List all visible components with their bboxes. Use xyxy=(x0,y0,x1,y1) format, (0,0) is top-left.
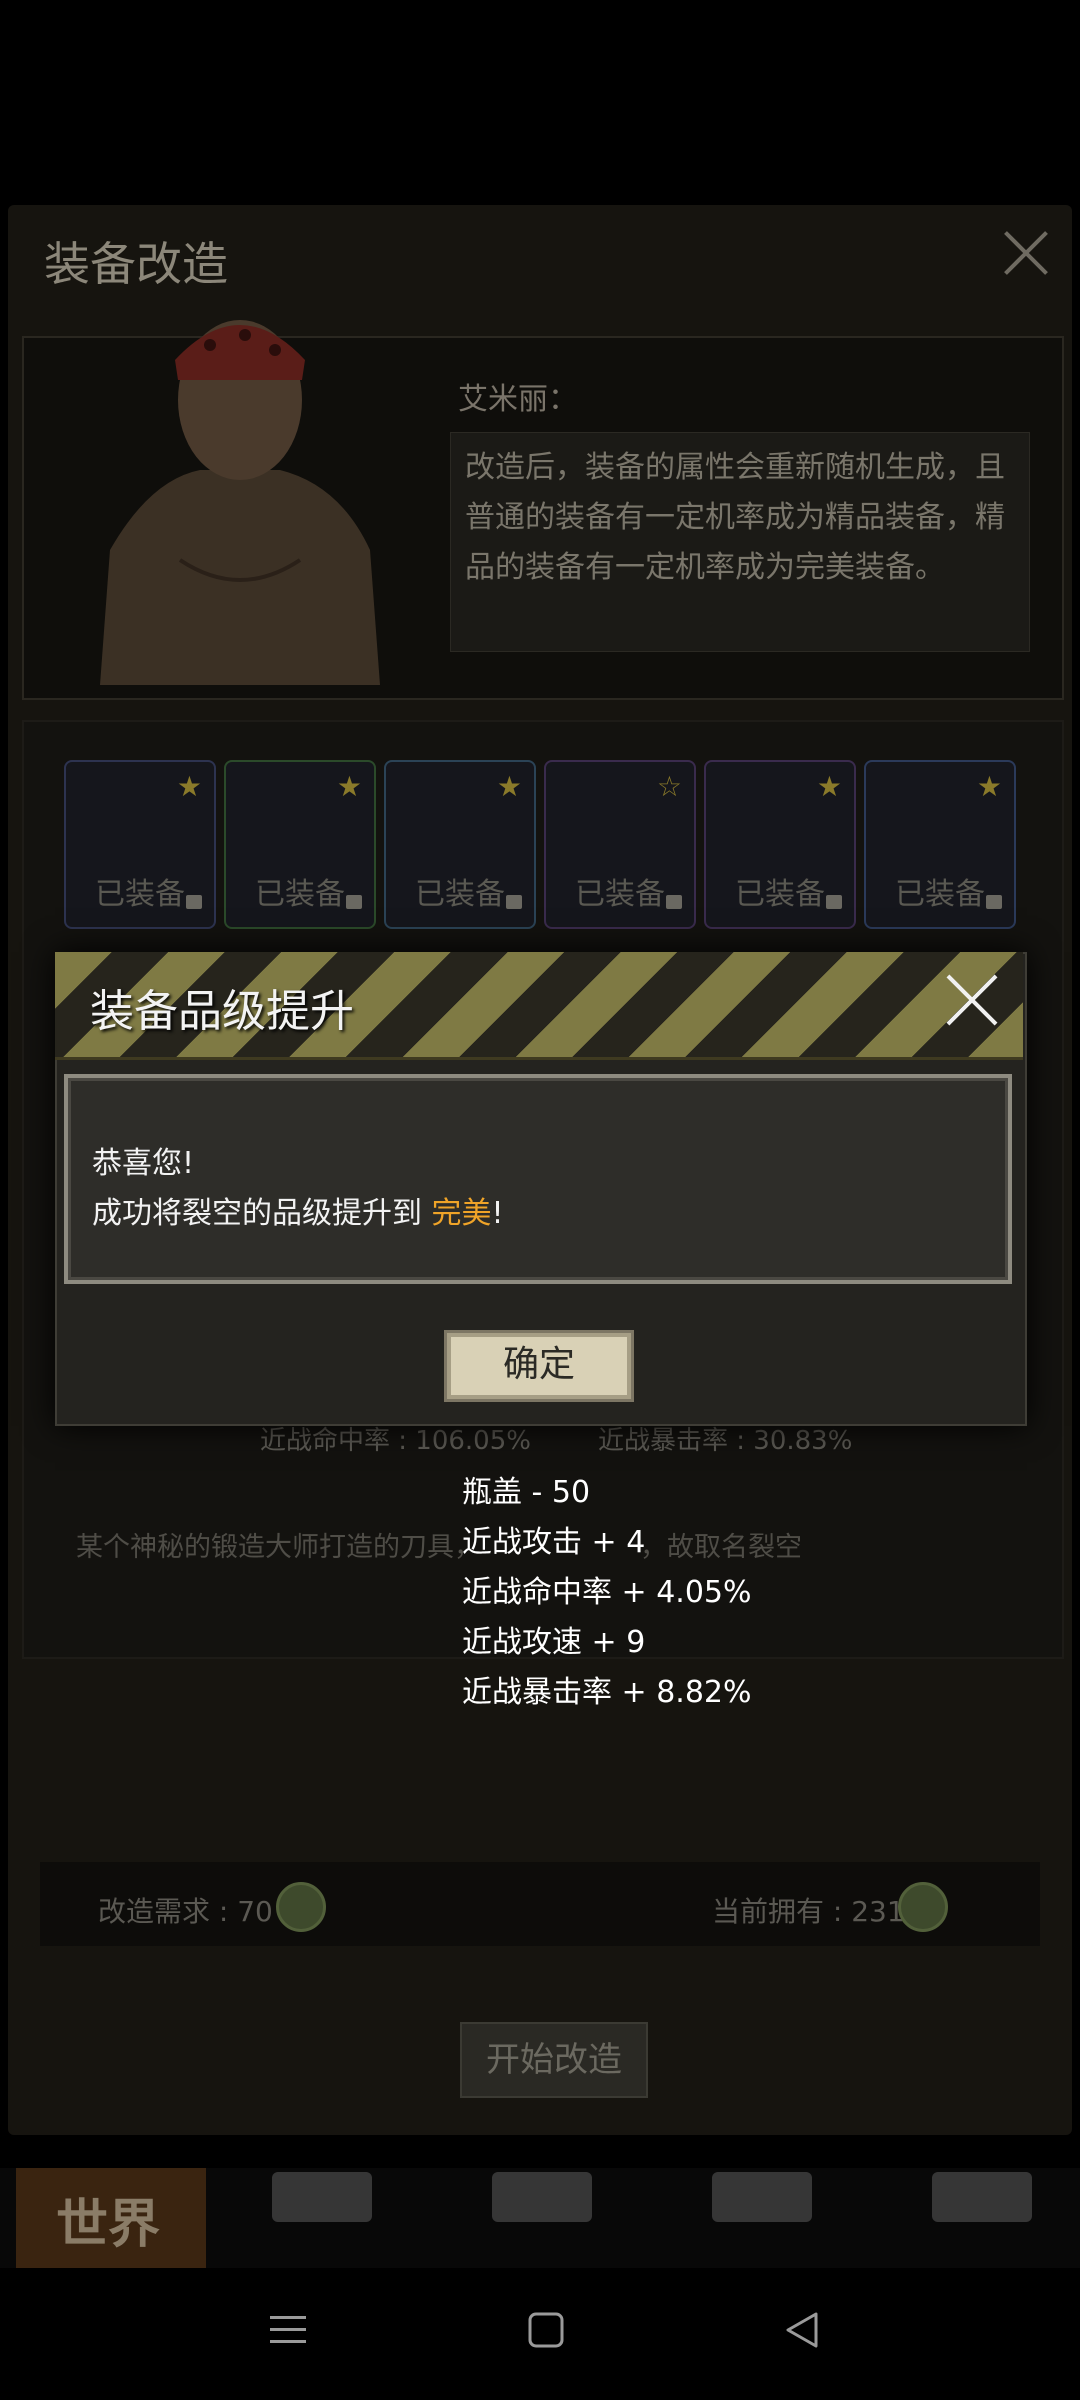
equip-slot[interactable]: ★ 已装备 xyxy=(224,760,376,929)
star-icon: ★ xyxy=(816,770,842,803)
star-icon: ☆ xyxy=(656,770,682,803)
home-icon[interactable] xyxy=(526,2310,566,2350)
result-suffix: ! xyxy=(491,1196,504,1231)
equip-slot[interactable]: ★ 已装备 xyxy=(704,760,856,929)
bottlecap-icon xyxy=(898,1882,948,1932)
start-modify-button[interactable]: 开始改造 xyxy=(460,2022,648,2098)
reward-line: 瓶盖 - 50 xyxy=(462,1475,591,1510)
star-icon: ★ xyxy=(336,770,362,803)
lock-icon xyxy=(506,895,522,909)
keyboard-icon[interactable] xyxy=(712,2172,812,2222)
modal-title: 装备品级提升 xyxy=(90,986,354,1037)
reward-list: 瓶盖 - 50 近战攻击 + 4 近战命中率 + 4.05% 近战攻速 + 9 … xyxy=(462,1468,752,1718)
equip-slot[interactable]: ★ 已装备 xyxy=(864,760,1016,929)
lock-icon xyxy=(186,895,202,909)
confirm-button[interactable]: 确定 xyxy=(444,1330,634,1402)
close-icon[interactable] xyxy=(944,972,1000,1028)
screen-close-icon[interactable] xyxy=(1000,228,1050,278)
equip-slot[interactable]: ☆ 已装备 xyxy=(544,760,696,929)
reward-line: 近战攻击 + 4 xyxy=(462,1525,646,1560)
star-icon: ★ xyxy=(496,770,522,803)
npc-dialog-text: 改造后，装备的属性会重新随机生成，且普通的装备有一定机率成为精品装备，精品的装备… xyxy=(450,432,1030,652)
lock-icon xyxy=(826,895,842,909)
reward-line: 近战命中率 + 4.05% xyxy=(462,1575,752,1610)
npc-name: 艾米丽： xyxy=(458,382,578,417)
anvil-icon[interactable] xyxy=(492,2172,592,2222)
lock-icon xyxy=(986,895,1002,909)
equip-slot[interactable]: ★ 已装备 xyxy=(64,760,216,929)
nav-world-label: 世界 xyxy=(56,2195,161,2255)
owned-label: 当前拥有 : 231 xyxy=(712,1895,905,1928)
bottlecap-icon xyxy=(276,1882,326,1932)
npc-portrait xyxy=(100,320,380,685)
quality-highlight: 完美 xyxy=(431,1196,492,1231)
star-icon: ★ xyxy=(176,770,202,803)
congrats-text: 恭喜您! xyxy=(92,1146,195,1181)
cart-icon[interactable] xyxy=(932,2172,1032,2222)
back-icon[interactable] xyxy=(782,2310,822,2350)
equip-slot[interactable]: ★ 已装备 xyxy=(384,760,536,929)
reward-line: 近战攻速 + 9 xyxy=(462,1625,646,1660)
backpack-icon[interactable] xyxy=(272,2172,372,2222)
reward-line: 近战暴击率 + 8.82% xyxy=(462,1675,752,1710)
item-description: 某个神秘的锻造大师打造的刀具， xyxy=(76,1532,481,1563)
requirement-label: 改造需求 : 70 xyxy=(98,1895,273,1928)
screen-title: 装备改造 xyxy=(44,237,228,291)
star-icon: ★ xyxy=(976,770,1002,803)
menu-icon[interactable] xyxy=(268,2310,308,2350)
lock-icon xyxy=(346,895,362,909)
result-prefix: 成功将裂空的品级提升到 xyxy=(92,1196,432,1231)
message-box xyxy=(64,1074,1012,1284)
lock-icon xyxy=(666,895,682,909)
upgrade-result-text: 成功将裂空的品级提升到 完美! xyxy=(92,1188,504,1232)
